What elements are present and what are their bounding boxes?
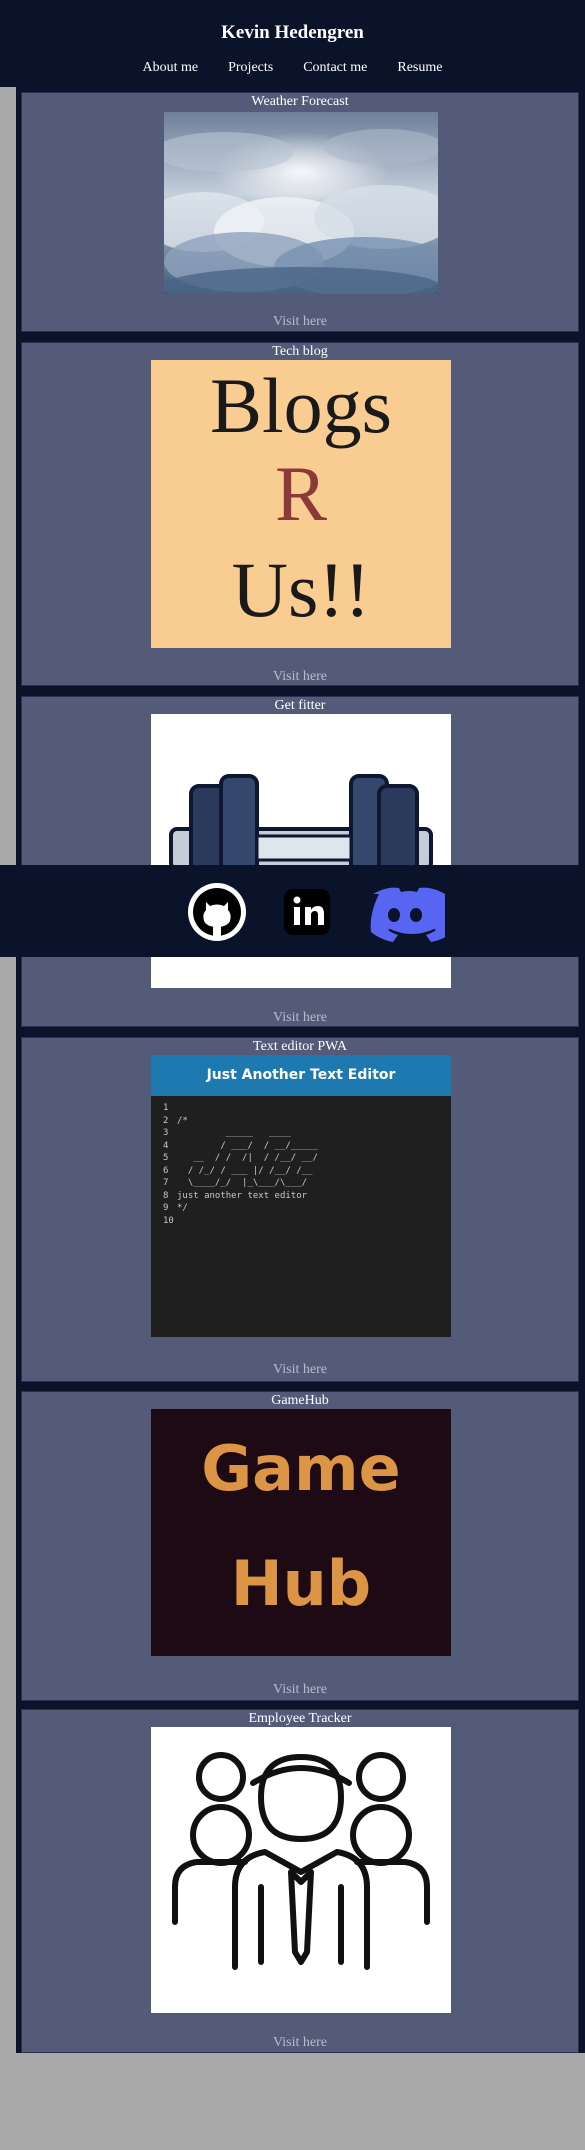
visit-link[interactable]: Visit here — [22, 1010, 578, 1026]
editor-line-numbers: 1 2 3 4 5 6 7 8 9 10 — [163, 1103, 174, 1226]
discord-icon[interactable] — [365, 882, 454, 942]
site-header: Kevin Hedengren About me Projects Contac… — [0, 0, 585, 87]
text-editor-image[interactable]: Just Another Text Editor 1 2 3 4 5 6 7 8… — [151, 1055, 451, 1337]
team-icon — [172, 1752, 430, 1970]
project-title: Get fitter — [274, 698, 326, 713]
nav-resume[interactable]: Resume — [382, 60, 457, 76]
visit-link[interactable]: Visit here — [22, 1682, 578, 1698]
nav-contact[interactable]: Contact me — [288, 60, 382, 76]
tech-blog-image[interactable]: Blogs R Us!! — [151, 360, 451, 648]
linkedin-icon[interactable] — [277, 882, 337, 942]
main-nav: About me Projects Contact me Resume — [0, 60, 585, 76]
editor-code: /* _____ ____ / ___/ / __/_____ __ / / /… — [177, 1115, 318, 1214]
project-title: Weather Forecast — [251, 94, 349, 109]
project-title: GameHub — [271, 1393, 329, 1408]
project-card-gamehub: GameHub Game Hub Visit here — [21, 1391, 579, 1701]
blog-image-word-1: Blogs — [209, 362, 393, 449]
project-card-employee-tracker: Employee Tracker Visit here — [21, 1709, 579, 2053]
nav-projects[interactable]: Projects — [213, 60, 288, 76]
project-title: Tech blog — [272, 344, 328, 359]
project-card-text-editor: Text editor PWA Just Another Text Editor… — [21, 1037, 579, 1382]
gamehub-word-1: Game — [201, 1432, 401, 1505]
gamehub-word-2: Hub — [230, 1547, 372, 1620]
editor-body: 1 2 3 4 5 6 7 8 9 10 /* _____ ____ / ___… — [151, 1096, 451, 1227]
editor-header: Just Another Text Editor — [151, 1055, 451, 1096]
visit-link[interactable]: Visit here — [22, 1362, 578, 1378]
gamehub-image[interactable]: Game Hub — [151, 1409, 451, 1656]
nav-about[interactable]: About me — [128, 60, 214, 76]
project-title: Text editor PWA — [253, 1039, 347, 1054]
project-card-get-fitter: Get fitter Visit here — [21, 696, 579, 1027]
social-footer — [0, 865, 585, 957]
visit-link[interactable]: Visit here — [22, 314, 578, 330]
visit-link[interactable]: Visit here — [22, 2035, 578, 2051]
blog-image-word-3: Us!! — [231, 546, 371, 633]
visit-link[interactable]: Visit here — [22, 669, 578, 685]
weather-image[interactable] — [164, 112, 438, 294]
project-card-weather: Weather Forecast Visit here — [21, 92, 579, 332]
site-title: Kevin Hedengren — [221, 22, 364, 43]
blog-image-word-2: R — [274, 450, 328, 537]
employee-tracker-image[interactable] — [151, 1727, 451, 2013]
github-icon[interactable] — [187, 882, 247, 942]
project-card-tech-blog: Tech blog Blogs R Us!! Visit here — [21, 342, 579, 686]
project-title: Employee Tracker — [248, 1711, 352, 1726]
projects-section: Weather Forecast Visit here Tech blog Bl… — [16, 87, 585, 2053]
